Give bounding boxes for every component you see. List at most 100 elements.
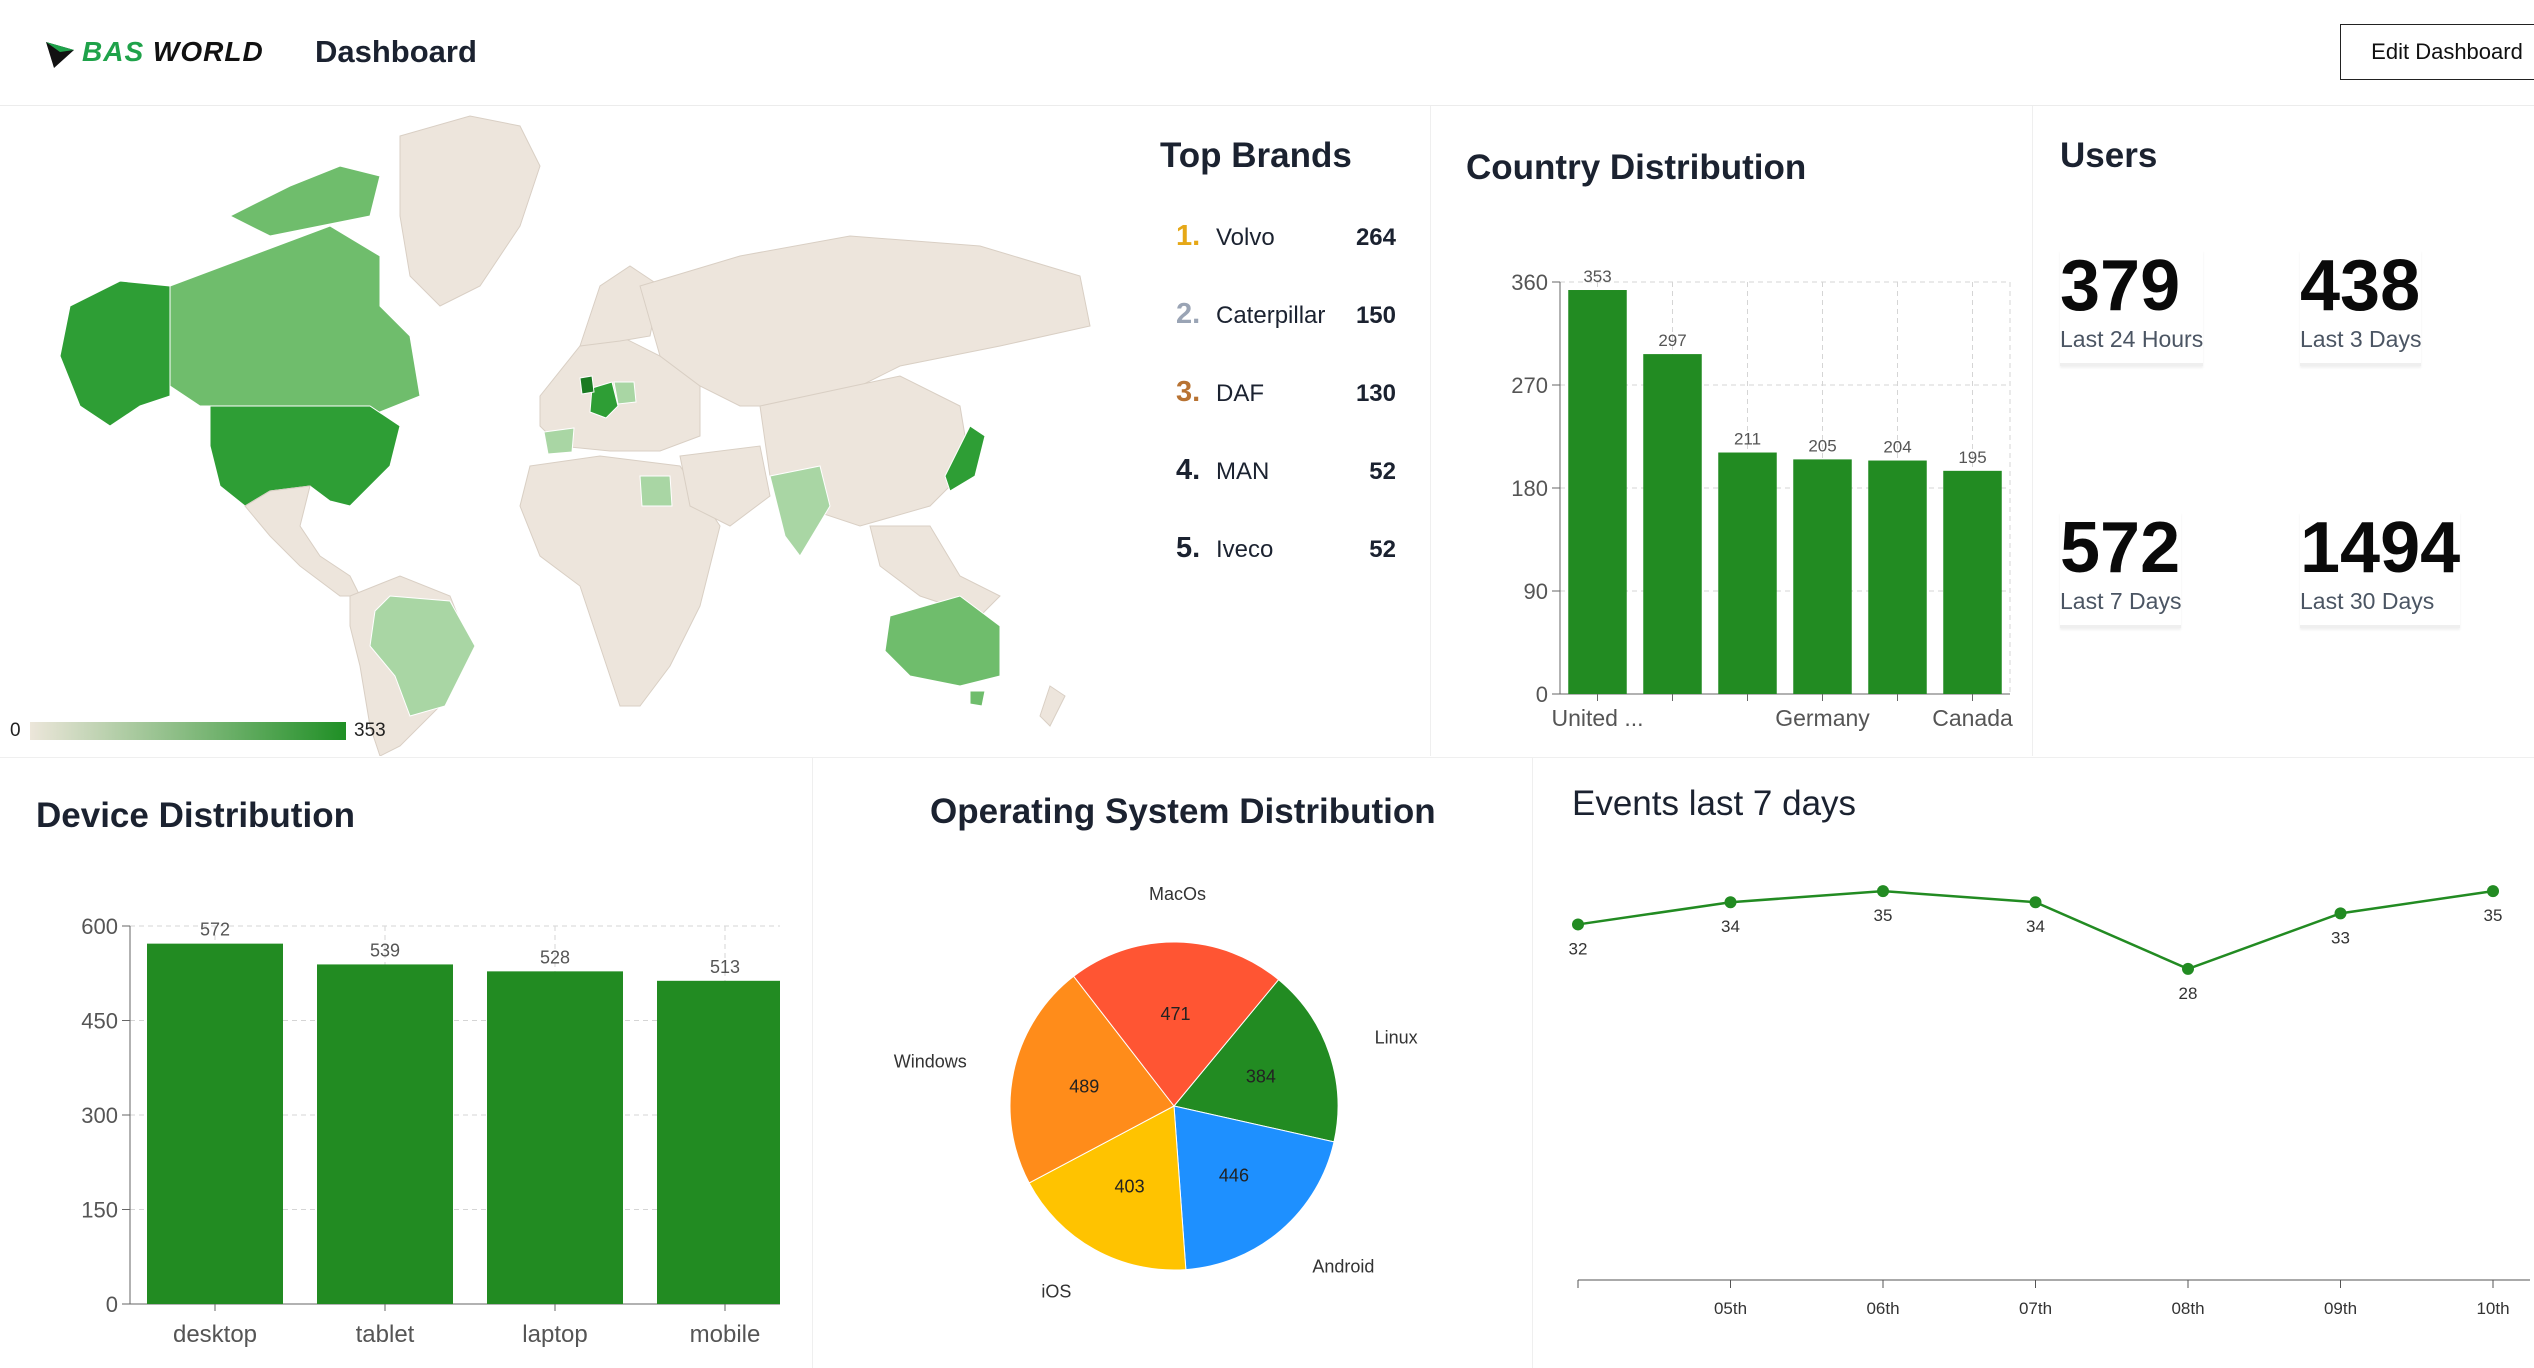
bar bbox=[1868, 460, 1927, 694]
point-value-label: 32 bbox=[1569, 939, 1588, 958]
bar-value-label: 572 bbox=[200, 920, 230, 940]
pie-value-label: 489 bbox=[1069, 1077, 1099, 1097]
x-tick-label: laptop bbox=[522, 1321, 587, 1348]
bar-value-label: 297 bbox=[1658, 331, 1686, 350]
users-stat-24h: 379 Last 24 Hours bbox=[2060, 246, 2204, 366]
y-tick-label: 90 bbox=[1524, 579, 1548, 604]
brand-rank: 3. bbox=[1176, 376, 1201, 408]
stat-value: 572 bbox=[2060, 508, 2181, 588]
point-value-label: 34 bbox=[2026, 917, 2045, 936]
point-value-label: 28 bbox=[2179, 984, 2198, 1003]
map-country-netherlands[interactable] bbox=[579, 375, 595, 395]
users-stat-3d: 438 Last 3 Days bbox=[2300, 246, 2422, 366]
brand-name: DAF bbox=[1216, 380, 1264, 407]
map-country-tasmania[interactable] bbox=[969, 690, 986, 707]
bar-value-label: 211 bbox=[1734, 430, 1761, 449]
map-country-alaska[interactable] bbox=[59, 280, 171, 427]
x-tick-label: United ... bbox=[1551, 705, 1643, 731]
edit-dashboard-button[interactable]: Edit Dashboard bbox=[2340, 24, 2534, 80]
map-country-poland[interactable] bbox=[613, 381, 637, 405]
brand-name: MAN bbox=[1216, 458, 1270, 485]
pie-value-label: 384 bbox=[1246, 1066, 1276, 1086]
x-tick-label: 06th bbox=[1866, 1299, 1899, 1318]
world-map[interactable]: 0 353 bbox=[0, 106, 1120, 756]
divider bbox=[1532, 758, 1533, 1368]
bar bbox=[1793, 459, 1852, 694]
brand-row: 4. MAN 52 bbox=[1176, 454, 1396, 494]
y-tick-label: 0 bbox=[106, 1292, 118, 1317]
bar-value-label: 205 bbox=[1808, 436, 1836, 455]
x-tick-label: Canada bbox=[1932, 705, 2013, 731]
bar-value-label: 539 bbox=[370, 940, 400, 960]
brand-value: 150 bbox=[1355, 302, 1396, 329]
users-title: Users bbox=[2060, 136, 2158, 175]
data-point bbox=[2029, 896, 2042, 909]
brand-rank: 2. bbox=[1176, 298, 1201, 330]
x-tick-label: mobile bbox=[690, 1321, 761, 1348]
x-tick-label: 09th bbox=[2324, 1299, 2357, 1318]
x-tick-label: 08th bbox=[2171, 1299, 2204, 1318]
os-distribution-chart: 384 Linux 446 Android 403 iOS 489 Windows 471 Mac… bbox=[894, 884, 1418, 1302]
pie-value-label: 471 bbox=[1160, 1004, 1190, 1024]
brand-value: 52 bbox=[1369, 458, 1396, 485]
x-tick-label: desktop bbox=[173, 1321, 257, 1348]
page-title: Dashboard bbox=[315, 34, 477, 69]
divider bbox=[2032, 106, 2033, 756]
y-tick-label: 0 bbox=[1536, 682, 1548, 707]
bar-value-label: 204 bbox=[1883, 438, 1911, 457]
brand-value: 264 bbox=[1355, 224, 1396, 251]
brand-rank: 1. bbox=[1176, 220, 1201, 252]
bar bbox=[487, 971, 623, 1304]
y-tick-label: 450 bbox=[81, 1009, 118, 1034]
map-country-new-zealand[interactable] bbox=[1039, 685, 1066, 727]
map-land bbox=[59, 115, 1091, 756]
point-value-label: 35 bbox=[1874, 906, 1893, 925]
data-point bbox=[1572, 918, 1584, 931]
brand-row: 3. DAF 130 bbox=[1176, 376, 1396, 416]
country-distribution-title: Country Distribution bbox=[1466, 148, 1807, 187]
map-country-egypt[interactable] bbox=[639, 475, 673, 507]
map-country-india[interactable] bbox=[769, 465, 831, 557]
bar-value-label: 513 bbox=[710, 957, 740, 977]
map-country-canada-islands[interactable] bbox=[228, 165, 381, 237]
pie-category-label: MacOs bbox=[1149, 884, 1206, 904]
brand-name: Caterpillar bbox=[1216, 302, 1326, 329]
brand-row: 5. Iveco 52 bbox=[1176, 532, 1396, 572]
data-point bbox=[2334, 907, 2347, 920]
y-tick-label: 180 bbox=[1511, 476, 1548, 501]
x-tick-label: tablet bbox=[356, 1321, 415, 1348]
map-legend-gradient bbox=[30, 722, 346, 740]
brand-name: Volvo bbox=[1216, 224, 1275, 251]
bar bbox=[147, 943, 283, 1304]
map-country-greenland[interactable] bbox=[399, 115, 541, 307]
top-brands-title: Top Brands bbox=[1160, 136, 1352, 175]
events-line-chart: 32 34 05th 35 06th 34 07th 28 08th 33 09th 35 10th bbox=[1569, 885, 2530, 1318]
events-title: Events last 7 days bbox=[1572, 784, 1857, 823]
map-country-russia[interactable] bbox=[639, 235, 1091, 407]
bar-value-label: 195 bbox=[1958, 448, 1986, 467]
map-country-southeast-asia[interactable] bbox=[869, 525, 1001, 617]
stat-value: 379 bbox=[2060, 246, 2181, 326]
y-tick-label: 270 bbox=[1511, 373, 1548, 398]
brand-row: 2. Caterpillar 150 bbox=[1176, 298, 1396, 338]
divider bbox=[0, 757, 2534, 758]
data-point bbox=[1724, 896, 1737, 909]
stat-label: Last 30 Days bbox=[2300, 588, 2435, 614]
divider bbox=[812, 758, 813, 1368]
y-tick-label: 600 bbox=[81, 914, 118, 939]
x-tick-label: 07th bbox=[2019, 1299, 2052, 1318]
brand-logo-text: BAS WORLD bbox=[82, 36, 264, 67]
data-point bbox=[2182, 962, 2194, 975]
users-stat-30d: 1494 Last 30 Days bbox=[2300, 512, 2461, 628]
map-country-spain[interactable] bbox=[543, 427, 575, 455]
country-distribution-chart: 0 90 180 270 360 353 United ... 297 211 205 German… bbox=[1511, 267, 2013, 731]
bar bbox=[1718, 452, 1777, 694]
pie-category-label: Windows bbox=[894, 1051, 967, 1071]
pie-category-label: iOS bbox=[1041, 1282, 1071, 1302]
pie-value-label: 446 bbox=[1219, 1166, 1249, 1186]
stat-value: 438 bbox=[2300, 246, 2421, 326]
bar bbox=[657, 980, 780, 1304]
map-country-canada[interactable] bbox=[169, 225, 421, 417]
pie-category-label: Android bbox=[1312, 1257, 1374, 1277]
point-value-label: 34 bbox=[1721, 917, 1740, 936]
